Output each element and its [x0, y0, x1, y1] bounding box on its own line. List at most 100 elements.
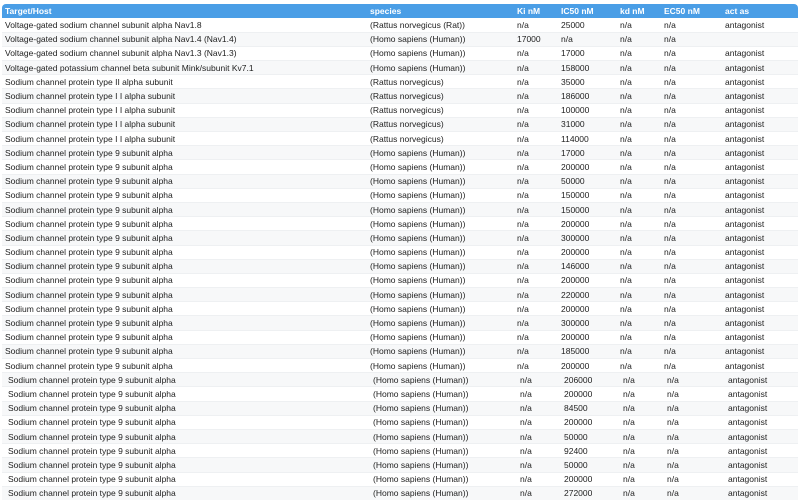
cell-act-as: antagonist	[722, 74, 798, 90]
cell-act-as: antagonist	[722, 429, 798, 445]
cell-kd: n/a	[617, 46, 661, 62]
table-row[interactable]: Sodium channel protein type 9 subunit al…	[2, 443, 798, 459]
table-row[interactable]: Sodium channel protein type 9 subunit al…	[2, 145, 798, 161]
column-header-kd[interactable]: kd nM	[617, 4, 661, 18]
table-row[interactable]: Sodium channel protein type 9 subunit al…	[2, 273, 798, 289]
cell-species: (Homo sapiens (Human))	[367, 216, 514, 232]
column-header-ki[interactable]: Ki nM	[514, 4, 558, 18]
table-row[interactable]: Sodium channel protein type 9 subunit al…	[2, 216, 798, 232]
cell-ic50: 114000	[558, 131, 617, 147]
cell-act-as: antagonist	[722, 273, 798, 289]
table-row[interactable]: Sodium channel protein type 9 subunit al…	[2, 174, 798, 189]
cell-kd: n/a	[617, 216, 661, 232]
table-row[interactable]: Sodium channel protein type 9 subunit al…	[2, 358, 798, 374]
cell-target: Sodium channel protein type 9 subunit al…	[2, 216, 367, 232]
cell-target: Sodium channel protein type 9 subunit al…	[2, 259, 367, 274]
table-row[interactable]: Sodium channel protein type 9 subunit al…	[2, 259, 798, 274]
cell-species: (Rattus norvegicus)	[367, 131, 514, 147]
table-row[interactable]: Sodium channel protein type 9 subunit al…	[2, 472, 798, 487]
cell-kd: n/a	[617, 60, 661, 76]
table-row[interactable]: Sodium channel protein type 9 subunit al…	[2, 415, 798, 430]
cell-species: (Homo sapiens (Human))	[367, 230, 514, 246]
table-row[interactable]: Sodium channel protein type 9 subunit al…	[2, 230, 798, 246]
cell-kd: n/a	[617, 386, 661, 402]
cell-kd: n/a	[617, 188, 661, 203]
table-row[interactable]: Sodium channel protein type 9 subunit al…	[2, 159, 798, 175]
table-row[interactable]: Sodium channel protein type I I alpha su…	[2, 131, 798, 147]
cell-ic50: 50000	[558, 174, 617, 189]
cell-ec50: n/a	[661, 46, 722, 62]
cell-ic50: 200000	[558, 358, 617, 374]
cell-target: Sodium channel protein type 9 subunit al…	[2, 486, 367, 500]
table-row[interactable]: Sodium channel protein type 9 subunit al…	[2, 429, 798, 445]
cell-ic50: 200000	[558, 159, 617, 175]
cell-ec50: n/a	[661, 245, 722, 260]
cell-species: (Homo sapiens (Human))	[367, 429, 514, 445]
cell-ki: n/a	[514, 330, 558, 345]
table-row[interactable]: Sodium channel protein type 9 subunit al…	[2, 315, 798, 331]
table-row[interactable]: Sodium channel protein type 9 subunit al…	[2, 344, 798, 360]
column-header-act-as[interactable]: act as	[722, 4, 798, 18]
table-row[interactable]: Voltage-gated potassium channel beta sub…	[2, 60, 798, 76]
cell-kd: n/a	[617, 330, 661, 345]
cell-ec50: n/a	[661, 18, 722, 33]
cell-ki: n/a	[514, 472, 558, 487]
table-row[interactable]: Sodium channel protein type 9 subunit al…	[2, 301, 798, 317]
cell-ic50: 35000	[558, 74, 617, 90]
cell-ki: n/a	[514, 486, 558, 500]
table-row[interactable]: Sodium channel protein type 9 subunit al…	[2, 401, 798, 416]
cell-ki: n/a	[514, 60, 558, 76]
table-row[interactable]: Sodium channel protein type 9 subunit al…	[2, 245, 798, 260]
cell-species: (Homo sapiens (Human))	[367, 32, 514, 47]
cell-ic50: 17000	[558, 145, 617, 161]
cell-ec50: n/a	[661, 259, 722, 274]
cell-ec50: n/a	[661, 287, 722, 303]
cell-species: (Homo sapiens (Human))	[367, 401, 514, 416]
cell-ki: n/a	[514, 188, 558, 203]
table-row[interactable]: Sodium channel protein type 9 subunit al…	[2, 202, 798, 218]
cell-species: (Homo sapiens (Human))	[367, 46, 514, 62]
table-row[interactable]: Sodium channel protein type 9 subunit al…	[2, 457, 798, 473]
table-row[interactable]: Sodium channel protein type I I alpha su…	[2, 117, 798, 133]
cell-ec50: n/a	[661, 386, 722, 402]
table-row[interactable]: Sodium channel protein type I I alpha su…	[2, 88, 798, 104]
table-row[interactable]: Voltage-gated sodium channel subunit alp…	[2, 32, 798, 47]
cell-ki: n/a	[514, 18, 558, 33]
cell-act-as: antagonist	[722, 18, 798, 33]
cell-species: (Homo sapiens (Human))	[367, 443, 514, 459]
cell-species: (Homo sapiens (Human))	[367, 145, 514, 161]
cell-ki: n/a	[514, 457, 558, 473]
cell-kd: n/a	[617, 415, 661, 430]
cell-target: Sodium channel protein type 9 subunit al…	[2, 429, 367, 445]
cell-ki: n/a	[514, 145, 558, 161]
cell-target: Voltage-gated sodium channel subunit alp…	[2, 46, 367, 62]
table-row[interactable]: Sodium channel protein type 9 subunit al…	[2, 188, 798, 203]
cell-ki: n/a	[514, 159, 558, 175]
cell-target: Sodium channel protein type 9 subunit al…	[2, 472, 367, 487]
cell-act-as: antagonist	[722, 301, 798, 317]
table-row[interactable]: Sodium channel protein type I I alpha su…	[2, 103, 798, 118]
column-header-species[interactable]: species	[367, 4, 514, 18]
cell-ki: 17000	[514, 32, 558, 47]
cell-target: Sodium channel protein type 9 subunit al…	[2, 457, 367, 473]
cell-ic50: 146000	[558, 259, 617, 274]
cell-act-as: antagonist	[722, 486, 798, 500]
table-row[interactable]: Sodium channel protein type II alpha sub…	[2, 74, 798, 90]
cell-ic50: 220000	[558, 287, 617, 303]
column-header-ec50[interactable]: EC50 nM	[661, 4, 722, 18]
cell-species: (Rattus norvegicus)	[367, 74, 514, 90]
table-row[interactable]: Sodium channel protein type 9 subunit al…	[2, 287, 798, 303]
cell-kd: n/a	[617, 443, 661, 459]
table-row[interactable]: Sodium channel protein type 9 subunit al…	[2, 372, 798, 388]
column-header-ic50[interactable]: IC50 nM	[558, 4, 617, 18]
column-header-target[interactable]: Target/Host	[2, 4, 367, 18]
table-row[interactable]: Voltage-gated sodium channel subunit alp…	[2, 18, 798, 33]
table-row[interactable]: Sodium channel protein type 9 subunit al…	[2, 386, 798, 402]
table-row[interactable]: Sodium channel protein type 9 subunit al…	[2, 330, 798, 345]
cell-target: Sodium channel protein type 9 subunit al…	[2, 401, 367, 416]
table-row[interactable]: Voltage-gated sodium channel subunit alp…	[2, 46, 798, 62]
table-row[interactable]: Sodium channel protein type 9 subunit al…	[2, 486, 798, 500]
cell-ec50: n/a	[661, 443, 722, 459]
cell-kd: n/a	[617, 202, 661, 218]
cell-kd: n/a	[617, 245, 661, 260]
